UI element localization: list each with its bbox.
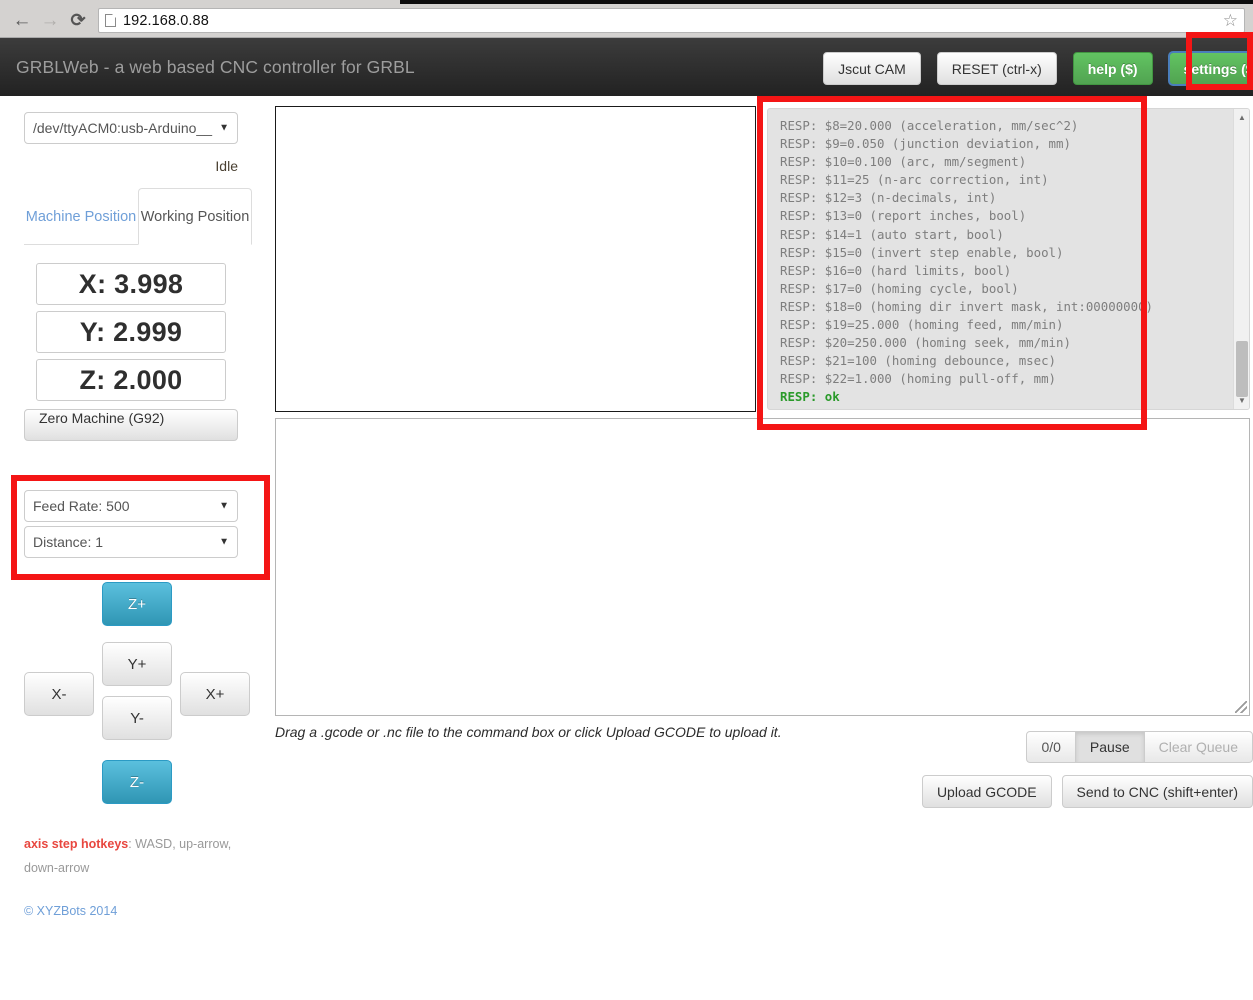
drag-drop-hint: Drag a .gcode or .nc file to the command…: [275, 724, 782, 740]
console-panel[interactable]: RESP: $8=20.000 (acceleration, mm/sec^2)…: [767, 108, 1250, 410]
distance-select[interactable]: Distance: 1 ▼: [24, 526, 238, 558]
reset-button[interactable]: RESET (ctrl-x): [936, 52, 1057, 85]
browser-toolbar: ← → ⟳ 192.168.0.88 ☆: [0, 4, 1253, 38]
sidebar: /dev/ttyACM0:usb-Arduino__ ▼ Idle Machin…: [0, 96, 262, 1000]
serial-port-select[interactable]: /dev/ttyACM0:usb-Arduino__ ▼: [24, 112, 238, 144]
feed-rate-value: Feed Rate: 500: [33, 498, 130, 514]
feed-rate-select[interactable]: Feed Rate: 500 ▼: [24, 490, 238, 522]
help-button[interactable]: help ($): [1072, 52, 1153, 85]
coordinate-readouts: X: 3.998 Y: 2.999 Z: 2.000 Zero Machine …: [24, 263, 238, 441]
clear-queue-button[interactable]: Clear Queue: [1143, 731, 1253, 763]
jog-z-minus-button[interactable]: Z-: [102, 760, 172, 804]
command-textarea[interactable]: [275, 418, 1250, 716]
bottom-actions: Upload GCODE Send to CNC (shift+enter): [921, 775, 1253, 808]
resize-handle-icon[interactable]: [1235, 701, 1247, 713]
scrollbar-thumb[interactable]: [1236, 341, 1248, 397]
jog-z-plus-button[interactable]: Z+: [102, 582, 172, 626]
app-body: /dev/ttyACM0:usb-Arduino__ ▼ Idle Machin…: [0, 96, 1253, 1000]
jog-y-plus-button[interactable]: Y+: [102, 642, 172, 686]
reload-icon[interactable]: ⟳: [64, 8, 92, 34]
scroll-up-icon[interactable]: ▲: [1234, 109, 1249, 126]
pause-button[interactable]: Pause: [1074, 731, 1145, 763]
distance-value: Distance: 1: [33, 534, 104, 550]
jog-x-minus-button[interactable]: X-: [24, 672, 94, 716]
coord-y: Y: 2.999: [36, 311, 226, 353]
page-icon: [105, 14, 116, 27]
coord-z: Z: 2.000: [36, 359, 226, 401]
app-title: GRBLWeb - a web based CNC controller for…: [16, 56, 415, 77]
serial-port-value: /dev/ttyACM0:usb-Arduino__: [33, 120, 212, 136]
upload-gcode-button[interactable]: Upload GCODE: [921, 775, 1052, 808]
chevron-down-icon: ▼: [219, 536, 229, 548]
url-text: 192.168.0.88: [123, 12, 209, 29]
forward-arrow-icon[interactable]: →: [36, 8, 64, 34]
app-navbar: GRBLWeb - a web based CNC controller for…: [0, 38, 1253, 96]
browser-chrome: ← → ⟳ 192.168.0.88 ☆: [0, 0, 1253, 38]
hotkeys-label: axis step hotkeys: [24, 837, 129, 851]
jog-pad: Z+ Y+ X- X+ Y- Z-: [24, 574, 250, 804]
star-icon[interactable]: ☆: [1223, 12, 1238, 30]
browser-tab[interactable]: [0, 0, 400, 4]
gcode-visualizer-canvas[interactable]: [275, 106, 756, 412]
jog-settings: Feed Rate: 500 ▼ Distance: 1 ▼: [24, 475, 238, 558]
chevron-down-icon: ▼: [219, 500, 229, 512]
send-to-cnc-button[interactable]: Send to CNC (shift+enter): [1061, 775, 1253, 808]
coord-x: X: 3.998: [36, 263, 226, 305]
queue-button-group: 0/0 Pause Clear Queue: [1026, 731, 1253, 763]
zero-machine-button[interactable]: Zero Machine (G92): [24, 409, 238, 441]
tab-machine-position-label: Machine Position: [25, 208, 137, 225]
console-output: RESP: $8=20.000 (acceleration, mm/sec^2)…: [768, 109, 1233, 409]
scroll-down-icon[interactable]: ▼: [1234, 392, 1249, 409]
position-tabs: Machine Position Working Position: [24, 188, 252, 245]
console-resp-lines: RESP: $8=20.000 (acceleration, mm/sec^2)…: [780, 118, 1153, 387]
hotkeys-hint: axis step hotkeys: WASD, up-arrow, down-…: [24, 832, 238, 880]
tab-machine-position[interactable]: Machine Position: [24, 188, 138, 245]
chevron-down-icon: ▼: [219, 122, 229, 134]
console-scrollbar[interactable]: ▲ ▼: [1233, 109, 1249, 409]
jog-x-plus-button[interactable]: X+: [180, 672, 250, 716]
console-ok-line: RESP: ok: [780, 389, 840, 405]
tab-working-position[interactable]: Working Position: [138, 188, 252, 245]
tab-working-position-label: Working Position: [140, 208, 250, 225]
machine-status: Idle: [215, 158, 238, 174]
queue-counter: 0/0: [1026, 731, 1076, 763]
copyright-link[interactable]: © XYZBots 2014: [24, 904, 238, 918]
jscut-cam-button[interactable]: Jscut CAM: [823, 52, 921, 85]
address-bar[interactable]: 192.168.0.88 ☆: [98, 8, 1245, 33]
back-arrow-icon[interactable]: ←: [8, 8, 36, 34]
browser-tab-strip[interactable]: [0, 0, 1253, 4]
jog-y-minus-button[interactable]: Y-: [102, 696, 172, 740]
navbar-actions: Jscut CAM RESET (ctrl-x) help ($) settin…: [823, 51, 1253, 86]
settings-button[interactable]: settings ($$): [1167, 51, 1253, 86]
